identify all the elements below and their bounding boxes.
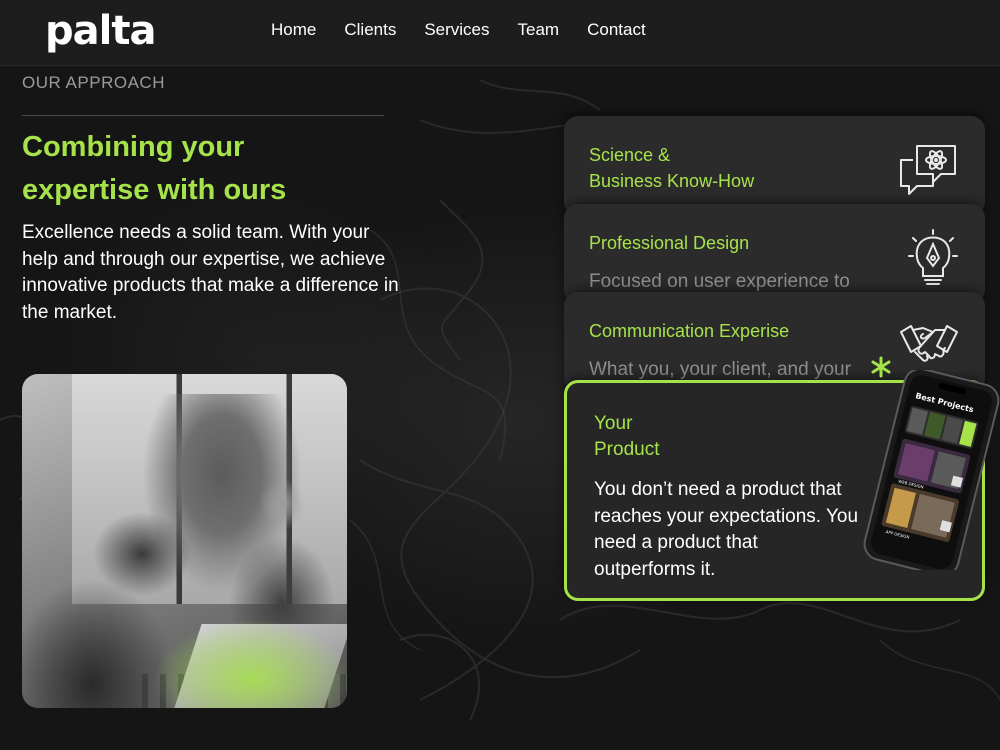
chat-atom-icon [900,145,956,195]
nav-services-link[interactable]: Services [424,20,489,40]
section-headline: Combining your expertise with ours [22,126,402,212]
pen-bulb-icon [908,229,958,285]
card-title-line-1: Science & [589,145,671,165]
card-professional-design[interactable]: Professional Design Focused on user expe… [564,204,985,304]
headline-line-2: expertise with ours [22,174,287,206]
card-title-line-2: Business Know-How [589,171,755,191]
phone-mockup: Best Projects WEB DESIGN APP DESIGN [863,370,1000,570]
photo-green-overlay [112,584,347,708]
card-science-business[interactable]: Science & Business Know-How [564,116,985,216]
team-photo [22,374,347,708]
section-divider [22,115,384,116]
card-title: Your Product [594,411,659,463]
nav-contact-link[interactable]: Contact [587,20,646,40]
section-intro: Excellence needs a solid team. With your… [22,222,399,323]
card-body: You don’t need a product that reaches yo… [594,479,859,580]
headline-line-1: Combining your [22,131,245,163]
nav-clients-link[interactable]: Clients [344,20,396,40]
logo[interactable]: palta [45,8,156,54]
section-eyebrow: OUR APPROACH [22,73,165,92]
handshake-icon [900,325,958,362]
nav-home-link[interactable]: Home [271,20,316,40]
card-title-line-1: Your [594,413,633,434]
card-title-line-2: Product [594,439,660,460]
nav-team-link[interactable]: Team [518,20,560,40]
card-title: Communication Experise [589,321,790,341]
main-nav: Home Clients Services Team Contact [271,20,646,40]
site-header: palta Home Clients Services Team Contact [0,0,1000,66]
card-title: Science & Business Know-How [589,142,754,194]
card-title: Professional Design [589,233,750,253]
